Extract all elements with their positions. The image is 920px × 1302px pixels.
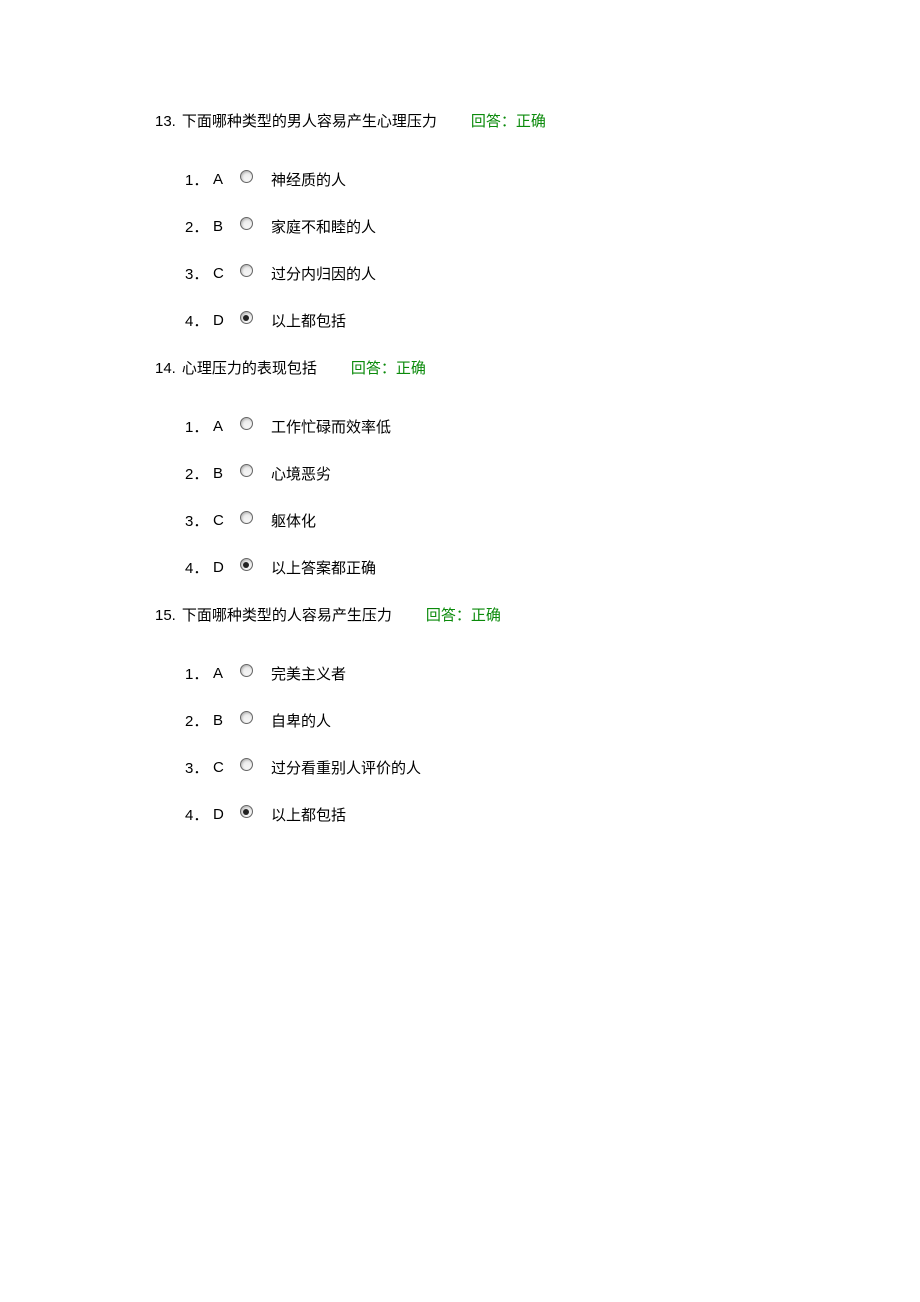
option-letter: D bbox=[213, 806, 233, 823]
option-text: 以上都包括 bbox=[271, 804, 346, 825]
radio-icon bbox=[240, 311, 253, 324]
question-13: 13. 下面哪种类型的男人容易产生心理压力 回答：正确 1． A 神经质的人 2… bbox=[155, 110, 920, 331]
option-row: 3． C 过分看重别人评价的人 bbox=[185, 757, 920, 778]
option-text: 自卑的人 bbox=[271, 710, 331, 731]
radio-c[interactable] bbox=[239, 264, 253, 278]
options-list: 1． A 神经质的人 2． B 家庭不和睦的人 3． C 过分内归因的人 4． … bbox=[155, 169, 920, 331]
feedback-prefix: 回答： bbox=[426, 607, 471, 624]
feedback-prefix: 回答： bbox=[351, 360, 396, 377]
option-letter: D bbox=[213, 312, 233, 329]
question-text: 下面哪种类型的人容易产生压力 bbox=[182, 604, 392, 625]
option-row: 3． C 躯体化 bbox=[185, 510, 920, 531]
radio-icon bbox=[240, 711, 253, 724]
option-text: 家庭不和睦的人 bbox=[271, 216, 376, 237]
feedback-value: 正确 bbox=[396, 360, 426, 377]
option-index: 3． bbox=[185, 263, 213, 284]
question-14: 14. 心理压力的表现包括 回答：正确 1． A 工作忙碌而效率低 2． B 心… bbox=[155, 357, 920, 578]
radio-d[interactable] bbox=[239, 311, 253, 325]
feedback-prefix: 回答： bbox=[471, 113, 516, 130]
option-text: 心境恶劣 bbox=[271, 463, 331, 484]
option-index: 2． bbox=[185, 463, 213, 484]
option-letter: C bbox=[213, 265, 233, 282]
radio-b[interactable] bbox=[239, 711, 253, 725]
option-letter: B bbox=[213, 465, 233, 482]
option-text: 以上都包括 bbox=[271, 310, 346, 331]
question-number: 14. bbox=[155, 360, 176, 377]
radio-b[interactable] bbox=[239, 217, 253, 231]
option-row: 3． C 过分内归因的人 bbox=[185, 263, 920, 284]
option-letter: B bbox=[213, 712, 233, 729]
option-text: 完美主义者 bbox=[271, 663, 346, 684]
option-text: 躯体化 bbox=[271, 510, 316, 531]
question-text: 下面哪种类型的男人容易产生心理压力 bbox=[182, 110, 437, 131]
radio-icon bbox=[240, 264, 253, 277]
option-letter: B bbox=[213, 218, 233, 235]
option-letter: A bbox=[213, 418, 233, 435]
option-index: 1． bbox=[185, 416, 213, 437]
option-row: 2． B 家庭不和睦的人 bbox=[185, 216, 920, 237]
answer-feedback: 回答：正确 bbox=[351, 357, 426, 378]
question-15: 15. 下面哪种类型的人容易产生压力 回答：正确 1． A 完美主义者 2． B… bbox=[155, 604, 920, 825]
option-index: 1． bbox=[185, 169, 213, 190]
option-text: 工作忙碌而效率低 bbox=[271, 416, 391, 437]
radio-icon bbox=[240, 664, 253, 677]
radio-icon bbox=[240, 558, 253, 571]
option-index: 2． bbox=[185, 216, 213, 237]
option-index: 3． bbox=[185, 757, 213, 778]
feedback-value: 正确 bbox=[516, 113, 546, 130]
option-row: 4． D 以上都包括 bbox=[185, 804, 920, 825]
option-text: 过分看重别人评价的人 bbox=[271, 757, 421, 778]
option-letter: D bbox=[213, 559, 233, 576]
option-letter: A bbox=[213, 665, 233, 682]
radio-b[interactable] bbox=[239, 464, 253, 478]
question-header: 13. 下面哪种类型的男人容易产生心理压力 回答：正确 bbox=[155, 110, 920, 131]
option-row: 2． B 自卑的人 bbox=[185, 710, 920, 731]
radio-icon bbox=[240, 464, 253, 477]
options-list: 1． A 完美主义者 2． B 自卑的人 3． C 过分看重别人评价的人 4． … bbox=[155, 663, 920, 825]
option-index: 1． bbox=[185, 663, 213, 684]
option-row: 1． A 工作忙碌而效率低 bbox=[185, 416, 920, 437]
radio-icon bbox=[240, 217, 253, 230]
radio-icon bbox=[240, 758, 253, 771]
option-row: 4． D 以上都包括 bbox=[185, 310, 920, 331]
radio-a[interactable] bbox=[239, 170, 253, 184]
radio-icon bbox=[240, 417, 253, 430]
option-text: 以上答案都正确 bbox=[271, 557, 376, 578]
option-text: 过分内归因的人 bbox=[271, 263, 376, 284]
option-index: 3． bbox=[185, 510, 213, 531]
option-letter: A bbox=[213, 171, 233, 188]
question-header: 14. 心理压力的表现包括 回答：正确 bbox=[155, 357, 920, 378]
option-row: 1． A 神经质的人 bbox=[185, 169, 920, 190]
option-row: 4． D 以上答案都正确 bbox=[185, 557, 920, 578]
option-row: 1． A 完美主义者 bbox=[185, 663, 920, 684]
option-index: 4． bbox=[185, 310, 213, 331]
radio-a[interactable] bbox=[239, 417, 253, 431]
radio-d[interactable] bbox=[239, 558, 253, 572]
option-index: 2． bbox=[185, 710, 213, 731]
question-text: 心理压力的表现包括 bbox=[182, 357, 317, 378]
options-list: 1． A 工作忙碌而效率低 2． B 心境恶劣 3． C 躯体化 4． D bbox=[155, 416, 920, 578]
radio-icon bbox=[240, 170, 253, 183]
answer-feedback: 回答：正确 bbox=[426, 604, 501, 625]
radio-a[interactable] bbox=[239, 664, 253, 678]
option-index: 4． bbox=[185, 804, 213, 825]
question-header: 15. 下面哪种类型的人容易产生压力 回答：正确 bbox=[155, 604, 920, 625]
option-letter: C bbox=[213, 512, 233, 529]
answer-feedback: 回答：正确 bbox=[471, 110, 546, 131]
feedback-value: 正确 bbox=[471, 607, 501, 624]
radio-c[interactable] bbox=[239, 758, 253, 772]
question-number: 13. bbox=[155, 113, 176, 130]
radio-c[interactable] bbox=[239, 511, 253, 525]
radio-icon bbox=[240, 511, 253, 524]
option-row: 2． B 心境恶劣 bbox=[185, 463, 920, 484]
option-text: 神经质的人 bbox=[271, 169, 346, 190]
question-number: 15. bbox=[155, 607, 176, 624]
page: 13. 下面哪种类型的男人容易产生心理压力 回答：正确 1． A 神经质的人 2… bbox=[0, 0, 920, 825]
option-index: 4． bbox=[185, 557, 213, 578]
radio-d[interactable] bbox=[239, 805, 253, 819]
radio-icon bbox=[240, 805, 253, 818]
option-letter: C bbox=[213, 759, 233, 776]
